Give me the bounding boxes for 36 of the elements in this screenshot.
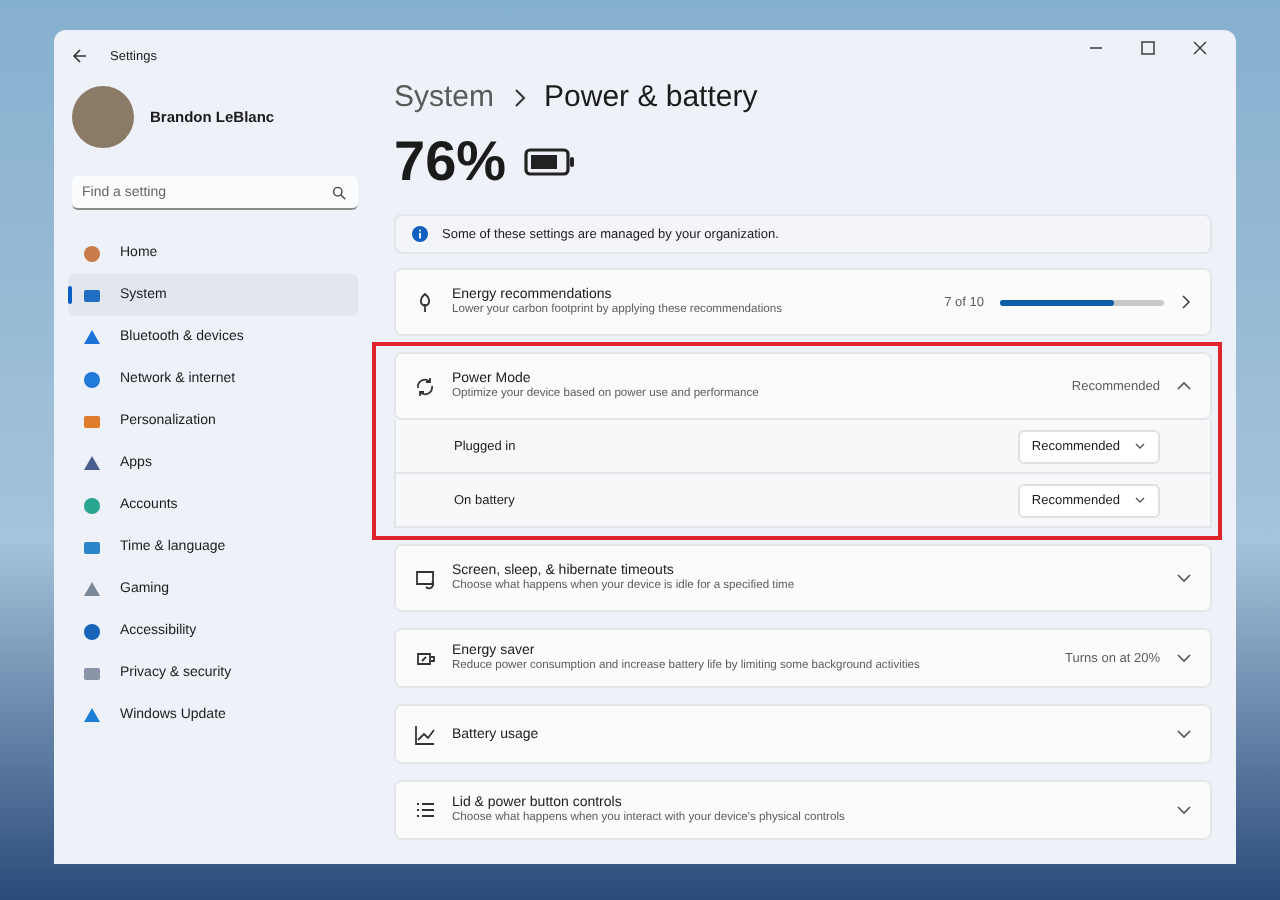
chevron-down-icon[interactable]	[1176, 728, 1192, 740]
page-title: Power & battery	[544, 80, 758, 114]
search-icon	[332, 186, 346, 200]
nav-icon	[82, 621, 102, 641]
nav-icon	[82, 327, 102, 347]
nav-icon	[82, 663, 102, 683]
avatar	[72, 86, 134, 148]
line-chart-icon	[414, 723, 436, 745]
nav-icon	[82, 411, 102, 431]
maximize-icon[interactable]	[1140, 40, 1156, 56]
nav-icon	[82, 243, 102, 263]
chevron-down-icon[interactable]	[1176, 804, 1192, 816]
nav-icon	[82, 453, 102, 473]
nav-icon	[82, 705, 102, 725]
screen-icon	[414, 567, 436, 589]
chevron-down-icon[interactable]	[1176, 652, 1192, 664]
nav-icon	[82, 285, 102, 305]
chevron-down-icon	[1134, 496, 1146, 504]
leaf-icon	[414, 291, 436, 313]
chevron-right-icon	[1180, 294, 1192, 310]
chevron-right-icon	[512, 87, 527, 107]
breadcrumb-parent[interactable]: System	[394, 80, 495, 114]
nav-icon	[82, 537, 102, 557]
info-icon	[412, 226, 428, 242]
chevron-down-icon[interactable]	[1176, 572, 1192, 584]
battery-percentage: 76%	[394, 130, 507, 194]
chevron-up-icon[interactable]	[1176, 380, 1192, 392]
nav-icon	[82, 495, 102, 515]
list-icon	[414, 799, 436, 821]
chevron-down-icon	[1134, 442, 1146, 450]
back-arrow-icon[interactable]	[72, 48, 88, 64]
nav-icon	[82, 369, 102, 389]
nav-icon	[82, 579, 102, 599]
power-mode-icon	[414, 375, 436, 397]
close-icon[interactable]	[1192, 40, 1208, 56]
battery-icon	[524, 148, 577, 176]
